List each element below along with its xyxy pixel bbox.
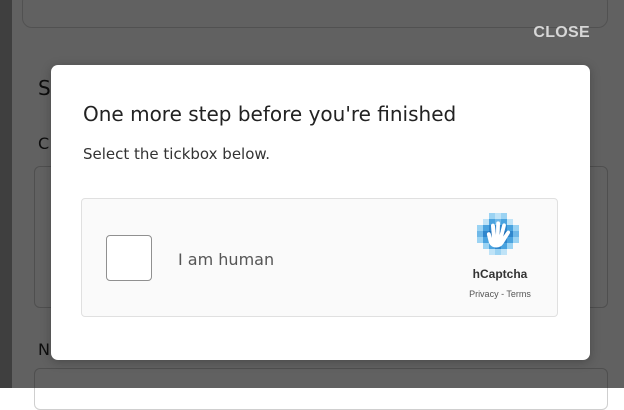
hcaptcha-links: Privacy - Terms bbox=[452, 289, 548, 299]
hcaptcha-branding: hCaptcha Privacy - Terms bbox=[452, 211, 548, 311]
human-checkbox-label[interactable]: I am human bbox=[178, 250, 274, 269]
modal-title: One more step before you're finished bbox=[83, 102, 457, 126]
captcha-modal: One more step before you're finished Sel… bbox=[51, 65, 590, 360]
hcaptcha-brand-name: hCaptcha bbox=[472, 267, 528, 281]
privacy-link[interactable]: Privacy bbox=[469, 289, 499, 299]
human-checkbox[interactable] bbox=[106, 235, 152, 281]
modal-subtitle: Select the tickbox below. bbox=[83, 145, 271, 163]
left-edge-strip bbox=[0, 0, 12, 388]
close-button[interactable]: CLOSE bbox=[533, 24, 590, 42]
terms-link[interactable]: Terms bbox=[506, 289, 531, 299]
hcaptcha-hand-icon bbox=[477, 213, 519, 255]
hcaptcha-widget: I am human hCaptcha Privacy - Terms bbox=[81, 198, 558, 317]
